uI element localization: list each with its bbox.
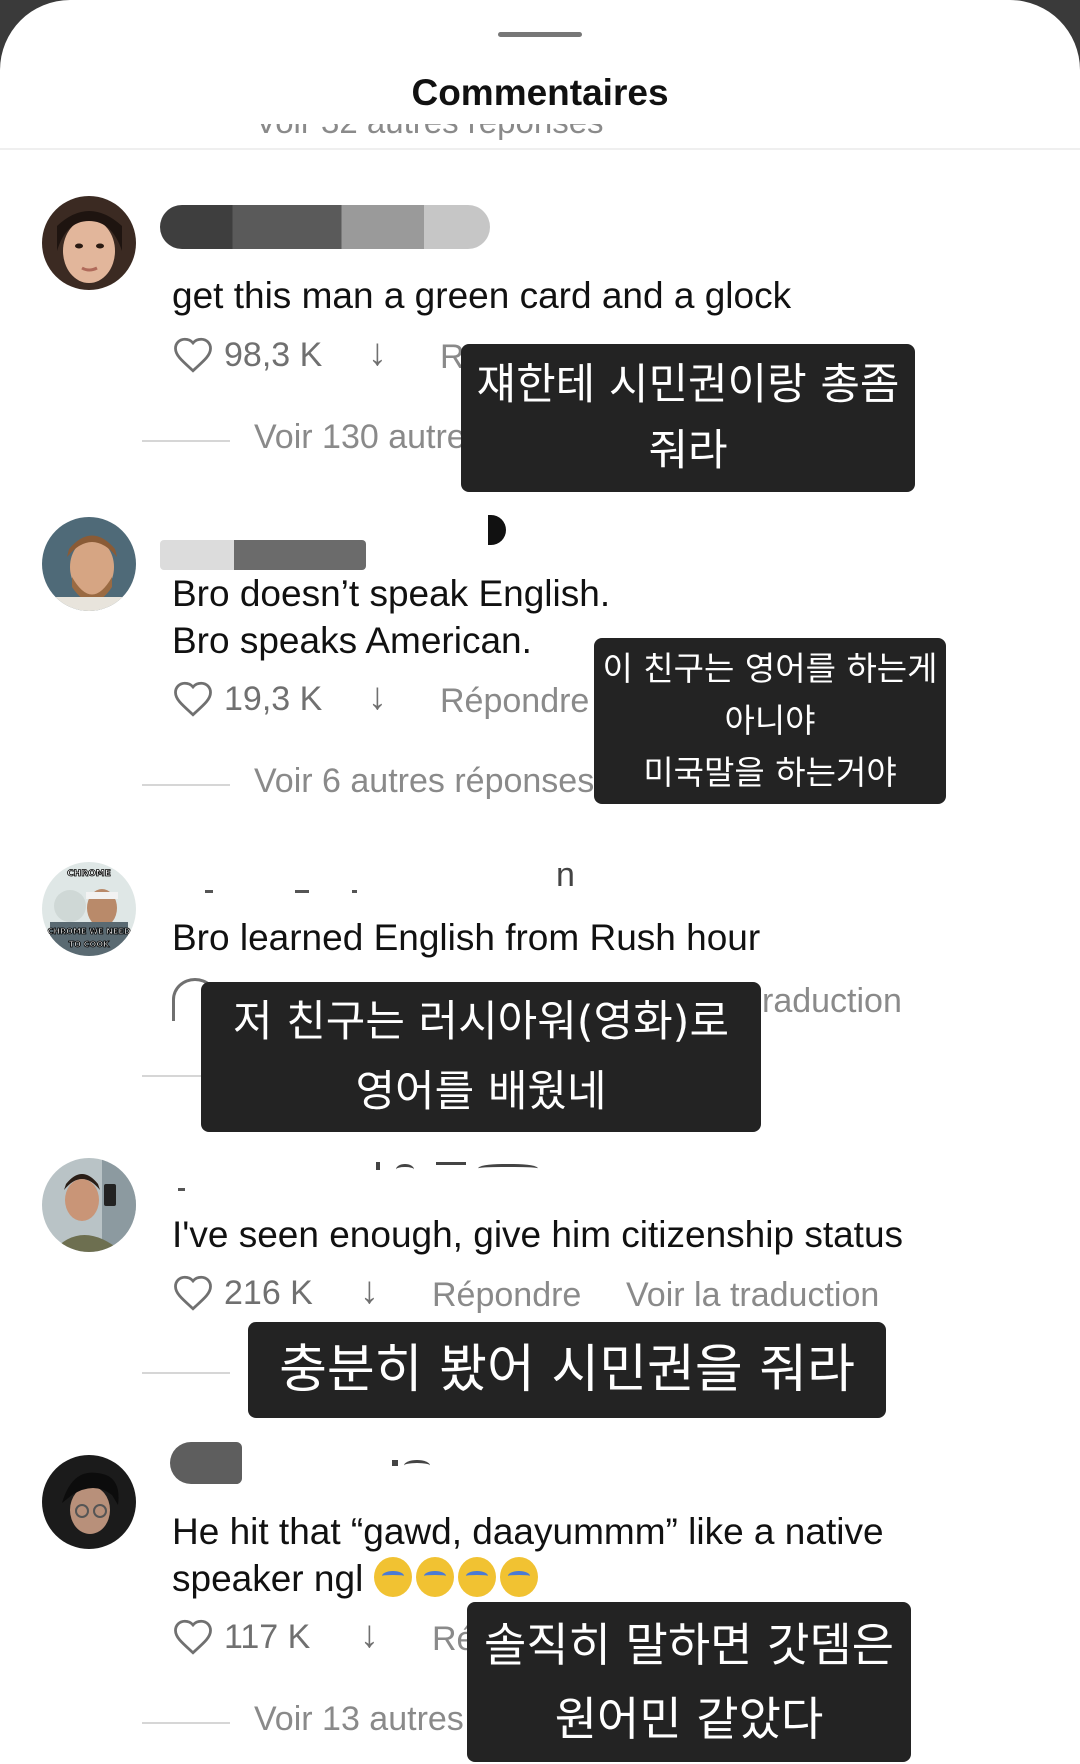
username-fragment bbox=[205, 890, 213, 893]
comment-text: get this man a green card and a glock bbox=[172, 275, 792, 316]
reply-button[interactable]: Répondre bbox=[440, 682, 589, 721]
username-fragment bbox=[392, 1458, 432, 1466]
heart-outline-icon bbox=[174, 337, 212, 373]
comment-text: Bro learned English from Rush hour bbox=[172, 917, 761, 958]
arrow-down-icon[interactable]: ↓ bbox=[368, 676, 387, 719]
view-replies-row[interactable]: Voir 13 autres bbox=[142, 1700, 482, 1740]
avatar[interactable] bbox=[42, 1455, 136, 1549]
replies-divider bbox=[142, 1722, 230, 1724]
like-count: 117 K bbox=[224, 1617, 311, 1656]
comment-text: Bro doesn’t speak English. Bro speaks Am… bbox=[172, 573, 611, 661]
view-replies-link[interactable]: Voir 6 autres réponses bbox=[254, 762, 594, 801]
loudly-crying-emoji bbox=[373, 1557, 542, 1599]
like-count: 19,3 K bbox=[224, 679, 323, 718]
replies-divider bbox=[142, 1372, 230, 1374]
view-replies-link[interactable]: Voir 130 autre bbox=[254, 418, 466, 457]
subtitle-caption: 저 친구는 러시아워(영화)로 영어를 배웠네 bbox=[201, 982, 761, 1132]
translate-link[interactable]: raduction bbox=[762, 982, 902, 1021]
heart-outline-icon bbox=[174, 1275, 212, 1311]
avatar[interactable] bbox=[42, 196, 136, 290]
avatar-text-mid: CHROME WE NEED bbox=[47, 927, 130, 936]
like-button[interactable]: 117 K bbox=[172, 1616, 310, 1658]
subtitle-caption: 솔직히 말하면 갓뎀은 원어민 같았다 bbox=[467, 1602, 911, 1762]
username-fragment: n bbox=[556, 856, 575, 894]
username-fragment bbox=[372, 1160, 552, 1170]
arrow-down-icon[interactable]: ↓ bbox=[360, 1270, 379, 1313]
view-replies-link[interactable]: Voir 13 autres bbox=[254, 1700, 464, 1739]
translate-link[interactable]: Voir la traduction bbox=[626, 1276, 879, 1315]
like-button[interactable]: 98,3 K bbox=[172, 334, 322, 376]
username-fragment bbox=[488, 515, 506, 545]
comments-sheet: Commentaires Voir 32 autres réponses get… bbox=[0, 0, 1080, 1764]
replies-divider bbox=[142, 784, 230, 786]
replies-divider bbox=[142, 440, 230, 442]
redacted-username bbox=[160, 205, 490, 249]
view-replies-row[interactable]: Voir 6 autres réponses bbox=[142, 762, 602, 802]
redacted-username bbox=[160, 540, 366, 570]
like-count: 216 K bbox=[224, 1273, 313, 1312]
avatar-text-bot: TO COOK bbox=[69, 940, 111, 949]
avatar-text-top: CHROME bbox=[67, 869, 111, 879]
username-fragment bbox=[178, 1188, 185, 1191]
heart-outline-icon bbox=[174, 1619, 212, 1655]
subtitle-caption: 쟤한테 시민권이랑 총좀 줘라 bbox=[461, 344, 915, 492]
comment-text: He hit that “gawd, daayummm” like a nati… bbox=[172, 1511, 884, 1599]
comment-actions: 216 K ↓ Répondre Voir la traduction bbox=[172, 1270, 912, 1322]
view-replies-row[interactable]: Voir 130 autre bbox=[142, 418, 492, 458]
avatar[interactable] bbox=[42, 517, 136, 611]
comment-actions: 117 K ↓ Ré bbox=[172, 1614, 475, 1666]
username-fragment bbox=[352, 890, 357, 893]
heart-outline-icon bbox=[174, 681, 212, 717]
arrow-down-icon[interactable]: ↓ bbox=[368, 332, 387, 375]
title-divider bbox=[0, 148, 1080, 150]
reply-button[interactable]: Répondre bbox=[432, 1276, 581, 1315]
redacted-username bbox=[170, 1442, 242, 1484]
sheet-title: Commentaires bbox=[411, 72, 669, 113]
arrow-down-icon[interactable]: ↓ bbox=[360, 1614, 379, 1657]
like-button[interactable]: 19,3 K bbox=[172, 678, 322, 720]
replies-divider bbox=[142, 1075, 202, 1077]
like-button[interactable]: 216 K bbox=[172, 1272, 313, 1314]
subtitle-caption: 충분히 봤어 시민권을 줘라 bbox=[248, 1322, 886, 1418]
drag-handle[interactable] bbox=[498, 32, 582, 37]
comment-actions: 19,3 K ↓ Répondre bbox=[172, 676, 602, 728]
username-fragment bbox=[295, 890, 309, 893]
avatar[interactable] bbox=[42, 1158, 136, 1252]
comment-text: I've seen enough, give him citizenship s… bbox=[172, 1214, 904, 1255]
subtitle-caption: 이 친구는 영어를 하는게 아니야 미국말을 하는거야 bbox=[594, 638, 946, 804]
avatar[interactable]: CHROME CHROME WE NEED TO COOK bbox=[42, 862, 136, 956]
like-count: 98,3 K bbox=[224, 335, 323, 374]
